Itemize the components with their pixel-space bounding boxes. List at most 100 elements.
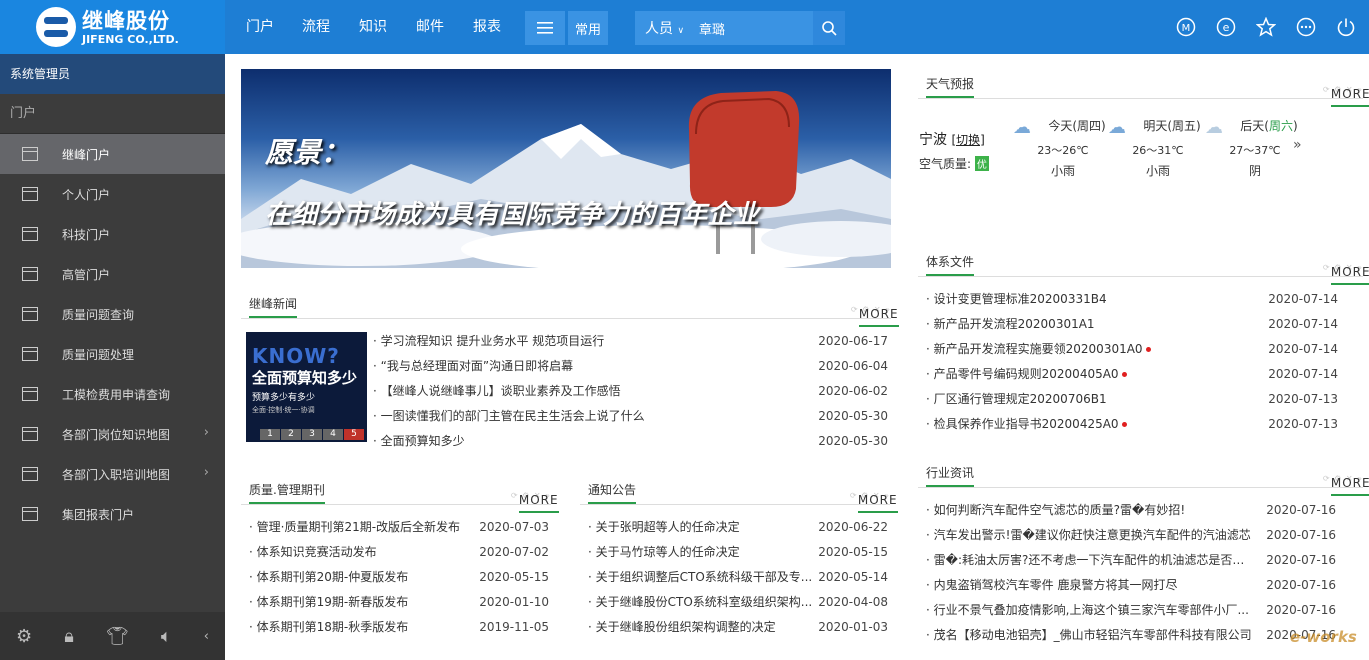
panel-tools[interactable]: ⟳ ⚙ ✕ MORE»: [851, 305, 899, 327]
list-item[interactable]: · 学习流程知识 提升业务水平 规范项目运行 2020-06-17: [365, 329, 888, 354]
nav-process[interactable]: 流程: [302, 0, 330, 54]
news-panel-title[interactable]: 继峰新闻: [249, 295, 298, 318]
sidebar-item-jifeng-portal[interactable]: 继峰门户: [0, 134, 225, 174]
slide-dot-active[interactable]: 5: [344, 429, 364, 440]
sidebar-item-dept-knowledge-map[interactable]: 各部门岗位知识地图 ›: [0, 414, 225, 454]
list-item[interactable]: · 体系期刊第20期-仲夏版发布 2020-05-15: [241, 565, 549, 590]
hamburger-menu-button[interactable]: [525, 11, 565, 45]
panel-tools[interactable]: ⟳ ⚙ ✕ MORE»: [850, 491, 898, 513]
slide-dot[interactable]: 1: [260, 429, 280, 440]
vision-banner: 愿景： 在细分市场成为具有国际竞争力的百年企业: [241, 69, 891, 268]
list-item[interactable]: · 关于组织调整后CTO系统科级干部及专... 2020-05-14: [580, 565, 888, 590]
list-item[interactable]: · 体系期刊第18期-秋季版发布 2019-11-05: [241, 615, 549, 640]
system-files-panel: 体系文件 ⟳ ⚙ ✕ MORE» · 设计变更管理标准20200331B4 202…: [918, 251, 1369, 437]
panel-tools[interactable]: ⟳ ⚙ ✕ MORE»: [1323, 474, 1369, 496]
system-files-panel-title[interactable]: 体系文件: [926, 253, 975, 276]
list-item[interactable]: · 一图读懂我们的部门主管在民主生活会上说了什么 2020-05-30: [365, 404, 888, 429]
nav-mail[interactable]: 邮件: [416, 0, 444, 54]
list-item[interactable]: · 检具保养作业指导书20200425A0 2020-07-13: [918, 412, 1338, 437]
search-input[interactable]: [699, 20, 799, 36]
logo-name-en: JIFENG CO.,LTD.: [82, 32, 179, 46]
collapse-sidebar-icon[interactable]: ‹: [204, 629, 209, 644]
weather-next-button[interactable]: »: [1293, 137, 1302, 153]
search-button[interactable]: [813, 11, 845, 45]
list-item[interactable]: · 如何判断汽车配件空气滤芯的质量?雷�有妙招! 2020-07-16: [918, 498, 1336, 523]
list-item[interactable]: · 新产品开发流程实施要领20200301A0 2020-07-14: [918, 337, 1338, 362]
list-item[interactable]: · 行业不景气叠加疫情影响,上海这个镇三家汽车零部件小厂... 2020-07-1…: [918, 598, 1336, 623]
nav-knowledge[interactable]: 知识: [359, 0, 387, 54]
current-user[interactable]: 系统管理员: [0, 54, 225, 94]
panel-tools[interactable]: ⟳ ⚙ ✕ MORE»: [511, 491, 559, 513]
list-item[interactable]: · 体系期刊第19期-新春版发布 2020-01-10: [241, 590, 549, 615]
list-item[interactable]: · 关于继峰股份组织架构调整的决定 2020-01-03: [580, 615, 888, 640]
list-item[interactable]: · 全面预算知多少 2020-05-30: [365, 429, 888, 454]
layout-icon: [22, 307, 38, 321]
industry-panel-title[interactable]: 行业资讯: [926, 464, 975, 487]
list-item[interactable]: · 关于张明超等人的任命决定 2020-06-22: [580, 515, 888, 540]
list-item[interactable]: · 内鬼盗销驾校汽车零件 鹿泉警方将其一网打尽 2020-07-16: [918, 573, 1336, 598]
list-item[interactable]: · 雷�:耗油太厉害?还不考虑一下汽车配件的机油滤芯是否有... 2020-07-…: [918, 548, 1336, 573]
switch-city-link[interactable]: [切换]: [951, 133, 984, 147]
e-circle-icon[interactable]: e: [1216, 17, 1236, 37]
layout-icon: [22, 187, 38, 201]
quality-panel: 质量.管理期刊 ⟳ ⚙ ✕ MORE» · 管理·质量期刊第21期-改版后全新发…: [241, 479, 559, 640]
new-badge: [1121, 372, 1127, 377]
common-button[interactable]: 常用: [568, 11, 608, 45]
list-item[interactable]: · 新产品开发流程20200301A1 2020-07-14: [918, 312, 1338, 337]
weather-widget: 宁波 [切换] 空气质量: 优 ☁ 今天(周四) 23～26℃ 小雨 ☁ 明天(…: [913, 105, 1363, 195]
lock-icon[interactable]: 🔒︎: [64, 626, 74, 647]
industry-panel-header: 行业资讯 ⟳ ⚙ ✕ MORE»: [918, 462, 1369, 496]
nav-reports[interactable]: 报表: [473, 0, 501, 54]
weather-panel: 天气预报 ⟳ ⚙ ✕ MORE»: [918, 73, 1369, 107]
notice-panel-title[interactable]: 通知公告: [588, 481, 637, 504]
settings-gear-icon[interactable]: ⚙: [16, 626, 32, 647]
list-item[interactable]: · 厂区通行管理规定20200706B1 2020-07-13: [918, 387, 1338, 412]
list-item[interactable]: · 【继峰人说继峰事儿】谈职业素养及工作感悟 2020-06-02: [365, 379, 888, 404]
speaker-icon[interactable]: 🔈︎: [161, 626, 172, 647]
new-badge: [1145, 347, 1151, 352]
search-category-select[interactable]: 人员 ∨: [635, 18, 699, 38]
list-item[interactable]: · 关于马竹琼等人的任命决定 2020-05-15: [580, 540, 888, 565]
list-item[interactable]: · “我与总经理面对面”沟通日即将启幕 2020-06-04: [365, 354, 888, 379]
search-box: 人员 ∨: [635, 11, 845, 45]
slide-dot[interactable]: 3: [302, 429, 322, 440]
list-item[interactable]: · 产品零件号编码规则20200405A0 2020-07-14: [918, 362, 1338, 387]
list-item[interactable]: · 关于继峰股份CTO系统科室级组织架构... 2020-04-08: [580, 590, 888, 615]
notice-panel: 通知公告 ⟳ ⚙ ✕ MORE» · 关于张明超等人的任命决定 2020-06-2…: [580, 479, 898, 640]
slide-dot[interactable]: 4: [323, 429, 343, 440]
list-item[interactable]: · 汽车发出警示!雷�建议你赶快注意更换汽车配件的汽油滤芯 2020-07-16: [918, 523, 1336, 548]
weather-panel-title[interactable]: 天气预报: [926, 75, 975, 98]
sidebar-group-portal[interactable]: 门户: [0, 94, 225, 134]
svg-text:M: M: [1182, 23, 1191, 34]
sidebar-item-dept-training-map[interactable]: 各部门入职培训地图 ›: [0, 454, 225, 494]
power-icon[interactable]: [1336, 17, 1356, 37]
sidebar-item-tech-portal[interactable]: 科技门户: [0, 214, 225, 254]
news-slideshow[interactable]: KNOW? 全面预算知多少 预算多少有多少 全面·控制·统一·协调 12345: [246, 332, 367, 442]
panel-tools[interactable]: ⟳ ⚙ ✕ MORE»: [1323, 263, 1369, 285]
sidebar-item-tooling-fee-query[interactable]: 工模检费用申请查询: [0, 374, 225, 414]
m-circle-icon[interactable]: M: [1176, 17, 1196, 37]
slide-dot[interactable]: 2: [281, 429, 301, 440]
company-logo[interactable]: 继峰股份 JIFENG CO.,LTD.: [0, 0, 225, 54]
list-icon: [22, 427, 38, 441]
logo-name-cn: 继峰股份: [82, 7, 170, 33]
panel-tools[interactable]: ⟳ ⚙ ✕ MORE»: [1323, 85, 1369, 107]
list-item[interactable]: · 茂名【移动电池铝壳】_佛山市轻铝汽车零部件科技有限公司 2020-07-16: [918, 623, 1336, 648]
list-item[interactable]: · 体系知识竞赛活动发布 2020-07-02: [241, 540, 549, 565]
slideshow-pager: 12345: [260, 429, 365, 440]
more-circle-icon[interactable]: [1296, 17, 1316, 37]
sidebar-item-group-report-portal[interactable]: 集团报表门户: [0, 494, 225, 534]
sidebar-item-quality-handle[interactable]: 质量问题处理: [0, 334, 225, 374]
sidebar-item-personal-portal[interactable]: 个人门户: [0, 174, 225, 214]
quality-panel-header: 质量.管理期刊 ⟳ ⚙ ✕ MORE»: [241, 479, 559, 513]
nav-portal[interactable]: 门户: [246, 0, 274, 54]
list-item[interactable]: · 设计变更管理标准20200331B4 2020-07-14: [918, 287, 1338, 312]
list-item[interactable]: · 管理·质量期刊第21期-改版后全新发布 2020-07-03: [241, 515, 549, 540]
sidebar-item-quality-query[interactable]: 质量问题查询: [0, 294, 225, 334]
shirt-theme-icon[interactable]: 👕︎: [106, 626, 129, 647]
quality-panel-title[interactable]: 质量.管理期刊: [249, 481, 325, 504]
table-icon: [22, 347, 38, 361]
sidebar-item-executive-portal[interactable]: 高管门户: [0, 254, 225, 294]
industry-panel: 行业资讯 ⟳ ⚙ ✕ MORE» · 如何判断汽车配件空气滤芯的质量?雷�有妙招…: [918, 462, 1369, 648]
star-icon[interactable]: [1256, 17, 1276, 37]
